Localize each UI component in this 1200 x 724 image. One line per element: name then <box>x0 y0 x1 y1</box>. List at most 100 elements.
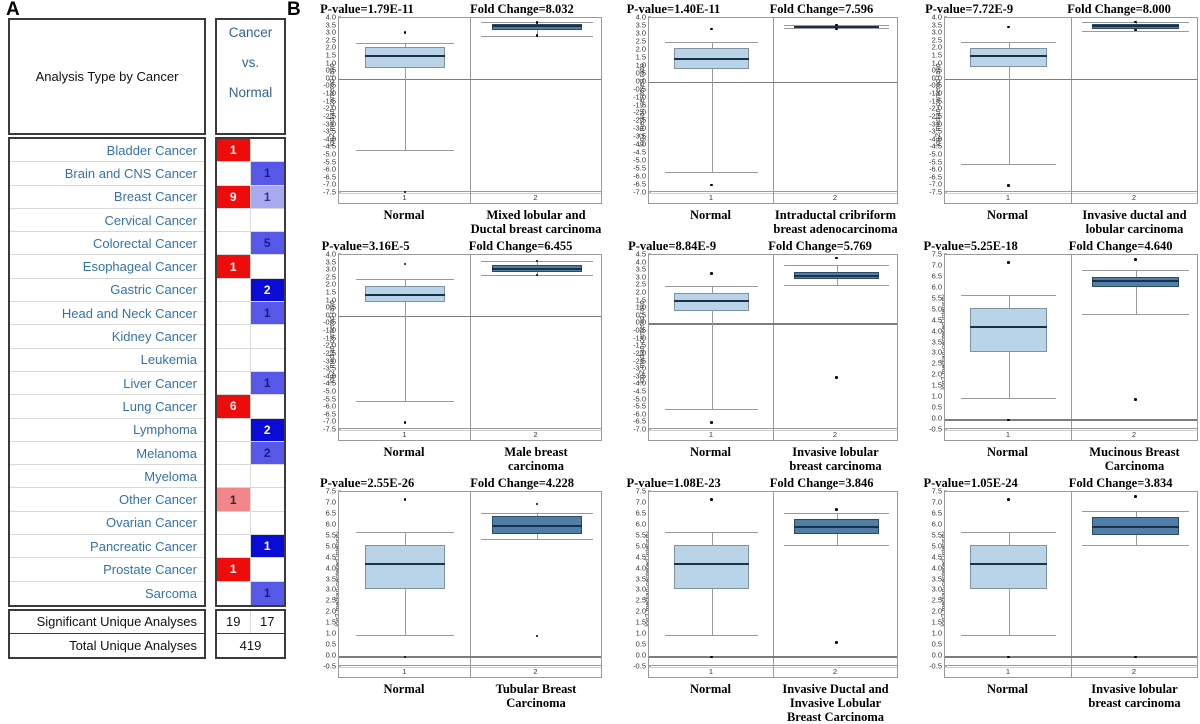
cancer-count-row: 91 <box>217 185 284 209</box>
over-expression-cell <box>217 278 251 302</box>
cancer-row-label[interactable]: Cervical Cancer <box>10 209 204 233</box>
outlier-point <box>535 34 539 37</box>
over-expression-cell[interactable]: 1 <box>217 488 251 511</box>
under-expression-cell[interactable]: 2 <box>250 441 284 465</box>
y-tick-label: 3.5 <box>325 574 336 583</box>
x-tick-2: 2 <box>1131 667 1137 676</box>
outlier-point <box>1007 498 1010 501</box>
boxplot-panel: P-value=3.16E-5 Fold Change=6.455 log2 med… <box>292 239 602 473</box>
y-tick-label: 1.0 <box>931 391 942 401</box>
over-expression-cell[interactable]: 6 <box>217 395 251 418</box>
foldchange-title: Fold Change=8.000 <box>1067 2 1171 16</box>
cancer-row-label[interactable]: Sarcoma <box>10 582 204 605</box>
cancer-row-label[interactable]: Brain and CNS Cancer <box>10 162 204 186</box>
whisker-cap <box>481 512 593 514</box>
over-expression-cell[interactable]: 1 <box>217 255 251 278</box>
x-tick-1: 1 <box>402 667 407 676</box>
cancer-row-label[interactable]: Gastric Cancer <box>10 279 204 303</box>
over-expression-cell <box>217 302 251 325</box>
cancer-row-label[interactable]: Bladder Cancer <box>10 139 204 163</box>
plot-area <box>338 491 602 668</box>
boxplot-panel: P-value=7.72E-9 Fold Change=8.000 log2 med… <box>898 2 1198 236</box>
over-expression-cell <box>217 511 251 535</box>
boxplot-panel: P-value=1.79E-11 Fold Change=8.032 log2 me… <box>292 2 602 236</box>
cancer-row-label[interactable]: Esophageal Cancer <box>10 255 204 279</box>
outlier-point <box>403 31 407 34</box>
over-expression-cell[interactable]: 1 <box>217 139 251 162</box>
outlier-point <box>403 498 407 501</box>
y-axis: log2 median-centered ratio 4.0 3.5 3.0 2.5 2.… <box>898 13 947 197</box>
under-expression-cell[interactable]: 1 <box>250 581 284 605</box>
cancer-row-label[interactable]: Other Cancer <box>10 488 204 512</box>
y-tick-label: 1.5 <box>325 617 336 627</box>
box <box>970 48 1047 67</box>
x-axis-separator <box>1071 192 1072 203</box>
cancer-count-row: 1 <box>217 371 284 396</box>
cancer-row-label[interactable]: Ovarian Cancer <box>10 512 204 536</box>
y-tick-label: 7.0 <box>931 497 942 507</box>
y-tick-label: 0.0 <box>325 650 336 660</box>
cancer-count-row: 1 <box>217 302 284 326</box>
under-expression-cell[interactable]: 1 <box>250 185 284 208</box>
whisker-cap <box>665 41 758 43</box>
under-expression-cell[interactable]: 5 <box>250 232 284 255</box>
header-line: Normal <box>228 85 273 100</box>
under-expression-cell[interactable]: 1 <box>250 371 284 395</box>
cancer-row-label[interactable]: Lymphoma <box>10 419 204 442</box>
y-tick-label: 5.5 <box>635 530 646 540</box>
y-tick-label: 0.5 <box>325 639 336 649</box>
y-tick-label: -0.5 <box>323 661 336 671</box>
over-expression-cell[interactable]: 9 <box>217 185 251 208</box>
group-label: Normal <box>690 682 731 696</box>
zero-reference-line <box>649 656 897 658</box>
x-tick-1: 1 <box>1005 193 1011 202</box>
group-separator <box>470 18 471 191</box>
x-axis-separator <box>773 666 774 677</box>
y-axis: log2 median-centered intensity7.57.06.56… <box>898 487 948 671</box>
under-expression-cell[interactable]: 1 <box>250 535 284 558</box>
summary-label: Total Unique Analyses <box>69 637 197 653</box>
x-axis-strip: 12 <box>944 192 1198 204</box>
over-expression-cell <box>217 208 251 232</box>
whisker-cap <box>665 286 758 288</box>
y-tick-label: 3.0 <box>325 584 336 594</box>
cancer-count-row: 1 <box>217 139 284 163</box>
over-expression-cell[interactable]: 1 <box>217 558 251 581</box>
under-expression-cell[interactable]: 2 <box>250 278 284 302</box>
cancer-row-label[interactable]: Myeloma <box>10 465 204 489</box>
y-tick-label: 6.0 <box>325 519 336 529</box>
cancer-row-label[interactable]: Colorectal Cancer <box>10 232 204 256</box>
y-tick-label: 2.0 <box>931 369 942 379</box>
cancer-row-label[interactable]: Melanoma <box>10 442 204 466</box>
under-expression-cell <box>251 209 285 231</box>
under-expression-cell <box>251 325 285 347</box>
over-expression-cell <box>217 232 251 255</box>
outlier-point <box>403 262 407 266</box>
x-tick-1: 1 <box>1005 667 1011 676</box>
group-label: Normal <box>383 682 425 696</box>
cancer-row-label[interactable]: Liver Cancer <box>10 372 204 396</box>
whisker-cap <box>355 634 455 636</box>
y-tick-label: 0.5 <box>931 639 942 649</box>
under-expression-cell[interactable]: 1 <box>250 162 284 185</box>
group-label: Invasive lobular breast carcinoma <box>789 445 882 473</box>
median-line <box>365 55 445 58</box>
cancer-row-label[interactable]: Breast Cancer <box>10 186 204 209</box>
cancer-count-row: 1 <box>217 558 284 582</box>
cancer-row-label[interactable]: Lung Cancer <box>10 395 204 419</box>
cancer-row-label[interactable]: Prostate Cancer <box>10 558 204 582</box>
cancer-row-label[interactable]: Leukemia <box>10 349 204 372</box>
whisker-cap <box>1081 510 1190 512</box>
under-expression-cell[interactable]: 1 <box>250 302 284 325</box>
outlier-point <box>535 634 539 638</box>
under-expression-cell[interactable]: 2 <box>250 418 284 441</box>
outlier-point <box>835 256 838 260</box>
whisker-cap <box>355 149 455 151</box>
y-tick-label: 0.0 <box>931 650 942 660</box>
cancer-row-label[interactable]: Pancreatic Cancer <box>10 535 204 559</box>
zero-reference-line <box>339 78 601 81</box>
outlier-point <box>835 508 838 511</box>
cancer-row-label[interactable]: Head and Neck Cancer <box>10 302 204 326</box>
y-tick-label: -7.5 <box>323 187 336 197</box>
cancer-row-label[interactable]: Kidney Cancer <box>10 325 204 349</box>
